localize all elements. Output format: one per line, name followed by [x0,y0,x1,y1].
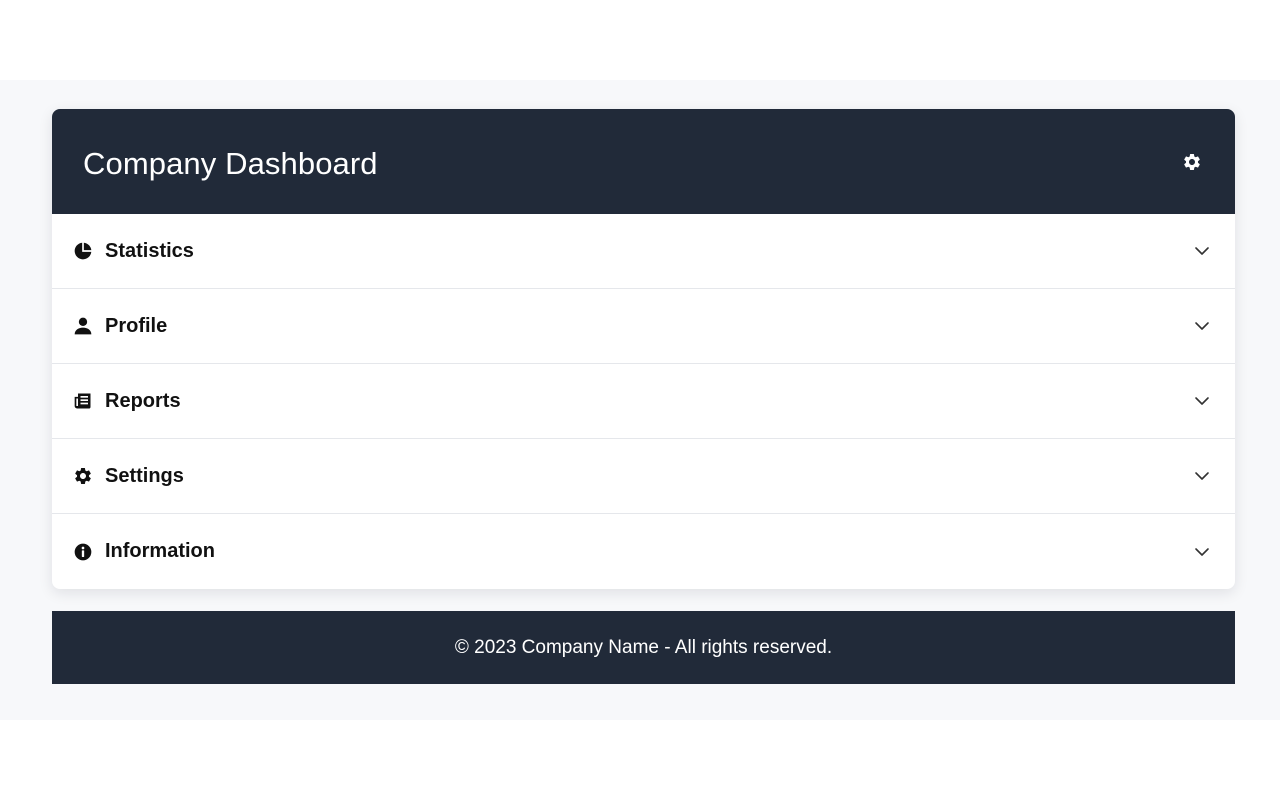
chevron-down-icon [1193,317,1211,335]
accordion-item-information[interactable]: Information [52,514,1235,589]
accordion-label-statistics: Statistics [105,239,194,262]
page-title: Company Dashboard [83,146,378,181]
pie-chart-icon [73,241,93,261]
footer: © 2023 Company Name - All rights reserve… [52,611,1235,684]
accordion-label-settings: Settings [105,464,184,487]
dashboard-header: Company Dashboard [52,109,1235,214]
accordion-item-profile[interactable]: Profile [52,289,1235,364]
header-settings-button[interactable] [1179,149,1205,175]
accordion-item-statistics[interactable]: Statistics [52,214,1235,289]
chevron-down-icon [1193,543,1211,561]
accordion-label-profile: Profile [105,314,168,337]
dashboard-card: Company Dashboard Statistics Profile Rep… [52,109,1235,589]
info-circle-icon [73,542,93,562]
newspaper-icon [73,391,93,411]
chevron-down-icon [1193,467,1211,485]
user-icon [73,316,93,336]
chevron-down-icon [1193,242,1211,260]
gear-icon [1184,153,1200,170]
accordion-label-information: Information [105,540,215,562]
accordion-label-reports: Reports [105,389,181,412]
accordion-item-settings[interactable]: Settings [52,439,1235,514]
chevron-down-icon [1193,392,1211,410]
accordion-item-reports[interactable]: Reports [52,364,1235,439]
accordion: Statistics Profile Reports Settings Info… [52,214,1235,589]
gear-icon [73,466,93,486]
footer-copyright: © 2023 Company Name - All rights reserve… [454,637,833,658]
